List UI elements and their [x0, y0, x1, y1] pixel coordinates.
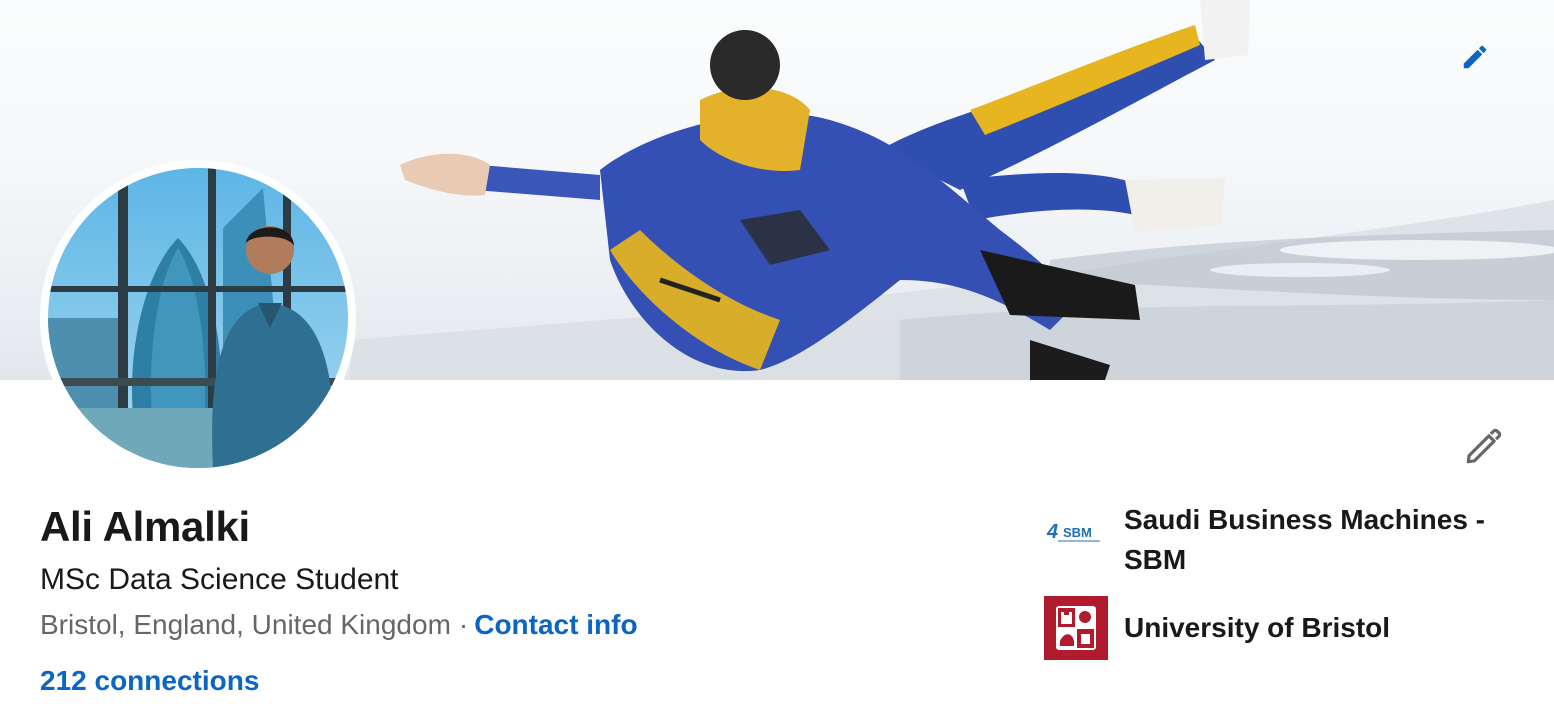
education-link[interactable]: University of Bristol: [1044, 596, 1504, 660]
svg-text:4: 4: [1046, 521, 1058, 543]
connections-link[interactable]: 212 connections: [40, 665, 259, 697]
school-name: University of Bristol: [1124, 612, 1391, 643]
profile-photo[interactable]: [40, 160, 356, 476]
edit-cover-button[interactable]: [1460, 42, 1496, 78]
profile-photo-image: [48, 168, 348, 468]
profile-name: Ali Almalki: [40, 503, 250, 550]
current-company-link[interactable]: 4 SBM Saudi Business Machines - SBM: [1044, 500, 1504, 580]
pencil-icon: [1466, 428, 1502, 464]
bristol-crest-icon: [1044, 596, 1108, 660]
sbm-logo-text: SBM: [1063, 525, 1092, 540]
edit-intro-button[interactable]: [1460, 422, 1508, 470]
profile-location: Bristol, England, United Kingdom: [40, 609, 451, 640]
sbm-logo-icon: 4 SBM: [1044, 500, 1108, 564]
separator-dot: ·: [458, 609, 469, 640]
university-of-bristol-crest: [1044, 596, 1108, 660]
profile-headline: MSc Data Science Student: [40, 563, 399, 596]
sbm-logo: 4 SBM: [1044, 500, 1108, 564]
location-line: Bristol, England, United Kingdom · Contact…: [40, 609, 638, 641]
contact-info-link[interactable]: Contact info: [474, 609, 637, 640]
profile-top-card: Ali Almalki MSc Data Science Student Bri…: [0, 0, 1554, 714]
pencil-icon: [1463, 45, 1487, 69]
company-name: Saudi Business Machines - SBM: [1124, 504, 1485, 575]
